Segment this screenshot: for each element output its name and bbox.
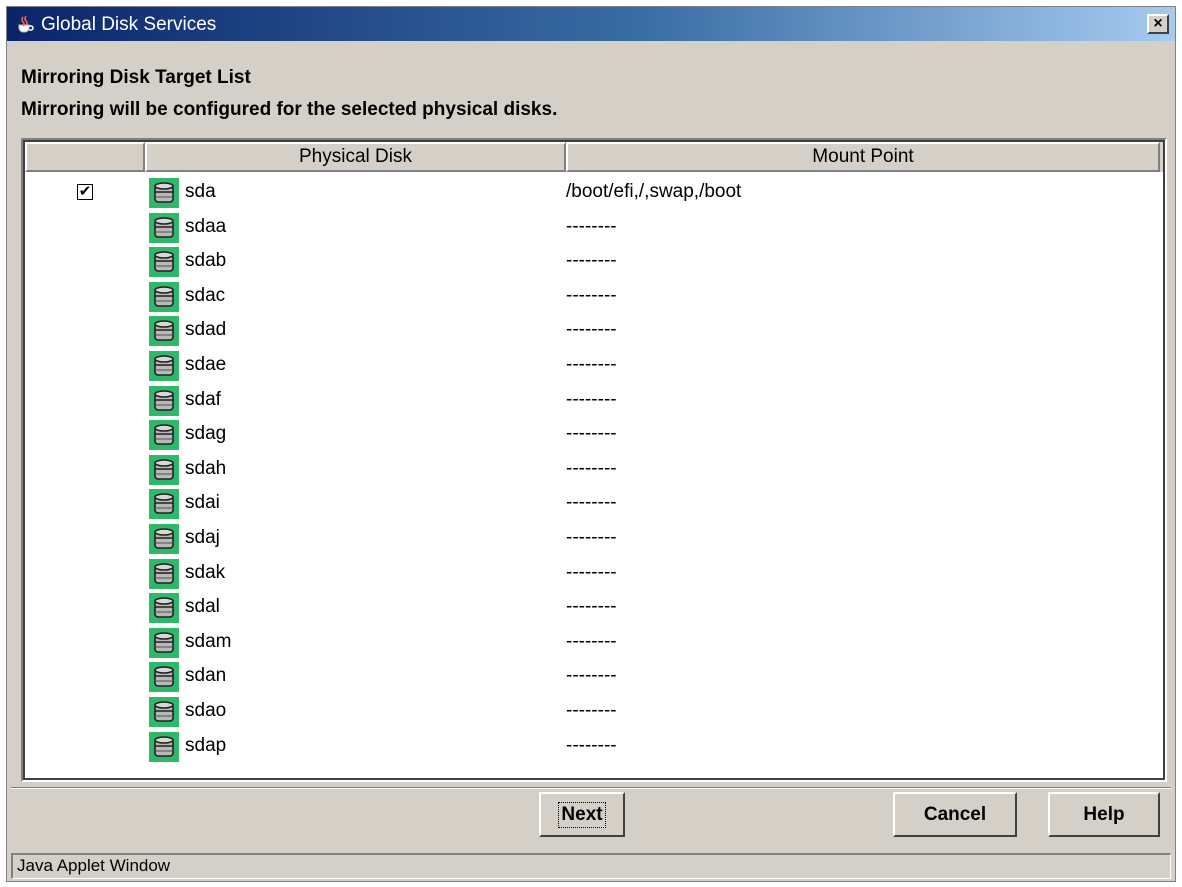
table-header: Physical Disk Mount Point: [25, 142, 1163, 172]
window-title: Global Disk Services: [41, 14, 217, 35]
physical-disk-name: sdao: [185, 699, 227, 721]
title-bar[interactable]: Global Disk Services ×: [7, 7, 1175, 41]
table-row[interactable]: sdag --------: [25, 418, 1163, 453]
table-row[interactable]: sdac --------: [25, 280, 1163, 315]
table-row[interactable]: sdao --------: [25, 695, 1163, 730]
disk-drive-icon: [149, 420, 179, 451]
mount-point-value: --------: [566, 250, 617, 272]
disk-drive-icon: [149, 731, 179, 762]
mount-point-value: /boot/efi,/,swap,/boot: [566, 181, 742, 202]
table-row[interactable]: sdaa --------: [25, 211, 1163, 246]
next-button[interactable]: Next: [539, 792, 625, 837]
table-row[interactable]: ✔ sda/boot/efi,/,swap,/boot: [25, 176, 1163, 211]
mount-point-value: --------: [566, 353, 617, 375]
disk-drive-icon: [149, 523, 179, 554]
mount-point-value: --------: [566, 388, 617, 410]
disk-drive-icon: [149, 454, 179, 485]
disk-drive-icon: [149, 696, 179, 727]
disk-drive-icon: [149, 627, 179, 658]
disk-table[interactable]: Physical Disk Mount Point ✔ sda/boot/efi,…: [23, 140, 1165, 780]
physical-disk-name: sdam: [185, 630, 232, 652]
close-button[interactable]: ×: [1147, 14, 1169, 34]
mount-point-value: --------: [566, 215, 617, 237]
disk-drive-icon: [149, 350, 179, 381]
mount-point-value: --------: [566, 630, 617, 652]
table-row[interactable]: sdad --------: [25, 314, 1163, 349]
table-row[interactable]: sdan --------: [25, 660, 1163, 695]
table-row[interactable]: sdam --------: [25, 626, 1163, 661]
disk-drive-icon: [149, 178, 179, 208]
physical-disk-name: sdaj: [185, 526, 220, 548]
physical-disk-name: sdad: [185, 319, 227, 341]
table-row[interactable]: sdah --------: [25, 453, 1163, 488]
physical-disk-name: sdaa: [185, 215, 227, 237]
physical-disk-name: sdab: [185, 250, 227, 272]
table-body: ✔ sda/boot/efi,/,swap,/boot sdaa -------- sd…: [25, 176, 1163, 765]
row-checkbox[interactable]: ✔: [77, 184, 93, 200]
disk-drive-icon: [149, 489, 179, 520]
close-icon: ×: [1153, 15, 1163, 32]
disk-drive-icon: [149, 558, 179, 589]
physical-disk-name: sdah: [185, 457, 227, 479]
physical-disk-name: sdan: [185, 665, 227, 687]
table-row[interactable]: sdak --------: [25, 557, 1163, 592]
mount-point-value: --------: [566, 596, 617, 618]
disk-drive-icon: [149, 212, 179, 243]
mount-point-value: --------: [566, 526, 617, 548]
column-header-select[interactable]: [25, 142, 145, 172]
table-row[interactable]: sdal --------: [25, 591, 1163, 626]
mount-point-value: --------: [566, 423, 617, 445]
physical-disk-name: sdai: [185, 492, 220, 514]
table-row[interactable]: sdae --------: [25, 349, 1163, 384]
divider: [11, 787, 1171, 789]
physical-disk-name: sda: [185, 181, 216, 202]
mount-point-value: --------: [566, 457, 617, 479]
column-header-mount-point[interactable]: Mount Point: [566, 142, 1160, 172]
physical-disk-name: sdaf: [185, 388, 221, 410]
java-cup-icon: [18, 15, 34, 33]
disk-drive-icon: [149, 281, 179, 312]
cancel-button[interactable]: Cancel: [893, 792, 1017, 837]
table-row[interactable]: sdaj --------: [25, 522, 1163, 557]
physical-disk-name: sdac: [185, 284, 226, 306]
mount-point-value: --------: [566, 319, 617, 341]
disk-drive-icon: [149, 247, 179, 278]
disk-table-frame: Physical Disk Mount Point ✔ sda/boot/efi,…: [21, 138, 1167, 782]
mount-point-value: --------: [566, 734, 617, 756]
column-header-physical-disk[interactable]: Physical Disk: [145, 142, 566, 172]
disk-drive-icon: [149, 593, 179, 624]
status-bar: Java Applet Window: [11, 853, 1171, 879]
physical-disk-name: sdap: [185, 734, 227, 756]
physical-disk-name: sdal: [185, 596, 220, 618]
mount-point-value: --------: [566, 284, 617, 306]
dialog-window: Global Disk Services × Mirroring Disk Ta…: [6, 6, 1176, 882]
physical-disk-name: sdae: [185, 353, 227, 375]
mount-point-value: --------: [566, 561, 617, 583]
page-description: Mirroring will be configured for the sel…: [21, 99, 558, 120]
disk-drive-icon: [149, 662, 179, 693]
table-row[interactable]: sdab --------: [25, 245, 1163, 280]
next-button-label: Next: [558, 801, 606, 828]
disk-drive-icon: [149, 316, 179, 347]
physical-disk-name: sdak: [185, 561, 226, 583]
disk-drive-icon: [149, 385, 179, 416]
help-button[interactable]: Help: [1048, 792, 1160, 837]
page-title: Mirroring Disk Target List: [21, 67, 251, 88]
table-row[interactable]: sdaf --------: [25, 384, 1163, 419]
table-row[interactable]: sdai --------: [25, 487, 1163, 522]
mount-point-value: --------: [566, 665, 617, 687]
table-row[interactable]: sdap --------: [25, 730, 1163, 765]
physical-disk-name: sdag: [185, 423, 227, 445]
mount-point-value: --------: [566, 492, 617, 514]
mount-point-value: --------: [566, 699, 617, 721]
